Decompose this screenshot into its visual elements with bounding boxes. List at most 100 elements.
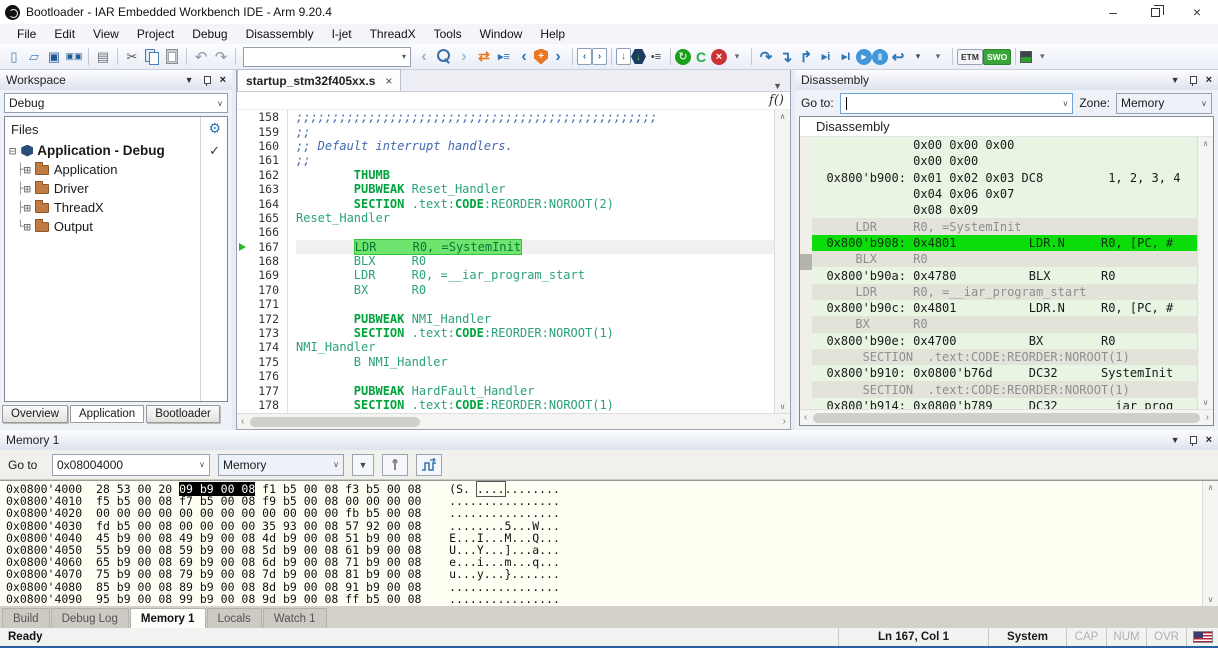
dropdown-icon[interactable]: ▾ [908, 46, 928, 68]
toolbar-search-input[interactable]: ▾ [243, 47, 411, 67]
cut-icon[interactable]: ✂ [122, 46, 142, 68]
code-lines[interactable]: ;;;;;;;;;;;;;;;;;;;;;;;;;;;;;;;;;;;;;;;;… [287, 110, 774, 413]
code-line[interactable]: SECTION .text:CODE:REORDER:NOROOT(1) [296, 398, 774, 412]
function-list-icon[interactable]: f() [769, 93, 784, 108]
swo-button-icon[interactable]: SWO [983, 49, 1011, 65]
step-over-icon[interactable]: ↷ [756, 46, 776, 68]
memory-trace-icon[interactable] [416, 454, 442, 476]
disassembly-vertical-scrollbar[interactable]: ∧∨ [1197, 137, 1213, 409]
memory-row[interactable]: 0x0800'4070 75 b9 00 08 79 b9 00 08 7d b… [6, 567, 1202, 579]
step-into-icon[interactable]: ↴ [776, 46, 796, 68]
expand-icon[interactable]: ⊞ [24, 182, 31, 196]
minimize-button[interactable]: – [1092, 0, 1134, 24]
disassembly-row[interactable]: 0x800'b90c: 0x4801 LDR.N R0, [PC, # [812, 300, 1197, 316]
bottom-tab-watch-1[interactable]: Watch 1 [263, 608, 327, 628]
code-line[interactable]: LDR R0, =SystemInit [296, 240, 774, 254]
editor-horizontal-scrollbar[interactable]: ‹ › [237, 413, 790, 429]
code-line[interactable]: PUBWEAK HardFault_Handler [296, 383, 774, 397]
menu-help[interactable]: Help [531, 25, 574, 43]
code-line[interactable]: Reset_Handler [296, 211, 774, 225]
memory-row[interactable]: 0x0800'4020 00 00 00 00 00 00 00 00 00 0… [6, 506, 1202, 518]
overflow-icon[interactable]: ▾ [1032, 46, 1052, 68]
disassembly-source-row[interactable]: LDR R0, =SystemInit [812, 218, 1197, 234]
language-indicator[interactable] [1186, 628, 1218, 646]
close-panel-icon[interactable]: × [1206, 74, 1212, 86]
tree-group-driver[interactable]: ├⊞Driver [5, 179, 227, 198]
bottom-tab-debug-log[interactable]: Debug Log [51, 608, 129, 628]
restore-button[interactable] [1134, 0, 1176, 24]
tab-list-icon[interactable]: ▼ [765, 81, 790, 91]
memory-row[interactable]: 0x0800'4050 55 b9 00 08 59 b9 00 08 5d b… [6, 543, 1202, 555]
etm-button-icon[interactable]: ETM [957, 49, 983, 65]
workspace-config-select[interactable]: Debug ∨ [4, 93, 228, 113]
code-line[interactable] [296, 297, 774, 311]
set-next-statement-icon[interactable] [382, 454, 408, 476]
close-panel-icon[interactable]: × [220, 74, 226, 86]
download-flash-icon[interactable]: ↓ [631, 49, 646, 64]
memory-row[interactable]: 0x0800'4080 85 b9 00 08 89 b9 00 08 8d b… [6, 580, 1202, 592]
menu-file[interactable]: File [8, 25, 45, 43]
power-log-icon[interactable] [1020, 51, 1032, 63]
disassembly-current-row[interactable]: 0x800'b908: 0x4801 LDR.N R0, [PC, # [812, 235, 1197, 251]
zone-select[interactable]: Memory ∨ [1116, 93, 1212, 114]
bottom-tab-build[interactable]: Build [2, 608, 50, 628]
disassembly-row[interactable]: 0x00 0x00 [812, 153, 1197, 169]
tree-group-threadx[interactable]: ├⊞ThreadX [5, 198, 227, 217]
menu-disassembly[interactable]: Disassembly [237, 25, 323, 43]
menu-threadx[interactable]: ThreadX [361, 25, 425, 43]
disassembly-source-row[interactable]: SECTION .text:CODE:REORDER:NOROOT(1) [812, 381, 1197, 397]
panel-menu-icon[interactable]: ▼ [1171, 435, 1180, 445]
code-line[interactable]: ;;;;;;;;;;;;;;;;;;;;;;;;;;;;;;;;;;;;;;;;… [296, 110, 774, 124]
code-line[interactable]: LDR R0, =__iar_program_start [296, 268, 774, 282]
memory-goto-input[interactable]: 0x08004000 ∨ [52, 454, 210, 476]
disassembly-row[interactable]: 0x04 0x06 0x07 [812, 186, 1197, 202]
tree-group-output[interactable]: └⊞Output [5, 217, 227, 236]
code-line[interactable]: BLX R0 [296, 254, 774, 268]
step-out-icon[interactable]: ↱ [796, 46, 816, 68]
c-spy-icon[interactable]: C [691, 46, 711, 68]
next-statement-icon[interactable]: ▸≡ [494, 46, 514, 68]
expand-icon[interactable]: ⊞ [24, 163, 31, 177]
code-line[interactable]: ;; [296, 153, 774, 167]
call-stack-icon[interactable]: •≡ [646, 46, 666, 68]
scrollbar-thumb[interactable] [250, 417, 420, 427]
prev-page-icon[interactable]: ‹ [577, 48, 592, 65]
find-icon[interactable] [434, 46, 454, 68]
menu-view[interactable]: View [84, 25, 128, 43]
code-line[interactable]: SECTION .text:CODE:REORDER:NOROOT(2) [296, 196, 774, 210]
scrollbar-thumb[interactable] [813, 413, 1199, 423]
expand-icon[interactable]: ⊞ [24, 220, 31, 234]
bottom-tab-locals[interactable]: Locals [207, 608, 262, 628]
workspace-tab-application[interactable]: Application [70, 405, 144, 423]
disassembly-goto-input[interactable]: ∨ [840, 93, 1074, 114]
disassembly-row[interactable]: 0x800'b914: 0x0800'b789 DC32 __iar_prog [812, 398, 1197, 409]
close-tab-icon[interactable]: × [385, 74, 392, 88]
pin-icon[interactable] [1189, 435, 1197, 446]
memory-row[interactable]: 0x0800'4060 65 b9 00 08 69 b9 00 08 6d b… [6, 555, 1202, 567]
nav-forward-icon[interactable]: › [454, 46, 474, 68]
tree-root-application-debug[interactable]: ⊟Application - Debug✓ [5, 141, 227, 160]
memory-row[interactable]: 0x0800'4010 f5 b5 00 08 f7 b5 00 08 f9 b… [6, 494, 1202, 506]
expand-icon[interactable]: ⊞ [24, 201, 31, 215]
disassembly-row[interactable]: 0x08 0x09 [812, 202, 1197, 218]
memory-row[interactable]: 0x0800'4000 28 53 00 20 09 b9 00 08 f1 b… [6, 482, 1202, 494]
disassembly-horizontal-scrollbar[interactable]: ‹› [800, 409, 1213, 425]
code-line[interactable]: PUBWEAK NMI_Handler [296, 311, 774, 325]
paste-icon[interactable] [162, 46, 182, 68]
disassembly-row[interactable]: 0x800'b900: 0x01 0x02 0x03 DC8 1, 2, 3, … [812, 170, 1197, 186]
memory-row[interactable]: 0x0800'4090 95 b9 00 08 99 b9 00 08 9d b… [6, 592, 1202, 604]
nav-back-icon[interactable]: ‹ [414, 46, 434, 68]
copy-icon[interactable] [142, 46, 162, 68]
close-button[interactable]: × [1176, 0, 1218, 24]
menu-tools[interactable]: Tools [425, 25, 471, 43]
code-line[interactable]: B NMI_Handler [296, 355, 774, 369]
menu-edit[interactable]: Edit [45, 25, 84, 43]
break-icon[interactable]: ‖ [872, 49, 888, 65]
panel-menu-icon[interactable]: ▼ [185, 75, 194, 85]
menu-debug[interactable]: Debug [183, 25, 236, 43]
move-to-pc-icon[interactable]: ▸I [836, 46, 856, 68]
code-line[interactable]: SECTION .text:CODE:REORDER:NOROOT(1) [296, 326, 774, 340]
prev-bookmark-icon[interactable]: ‹ [514, 46, 534, 68]
pin-icon[interactable] [203, 75, 211, 86]
code-line[interactable]: NMI_Handler [296, 340, 774, 354]
